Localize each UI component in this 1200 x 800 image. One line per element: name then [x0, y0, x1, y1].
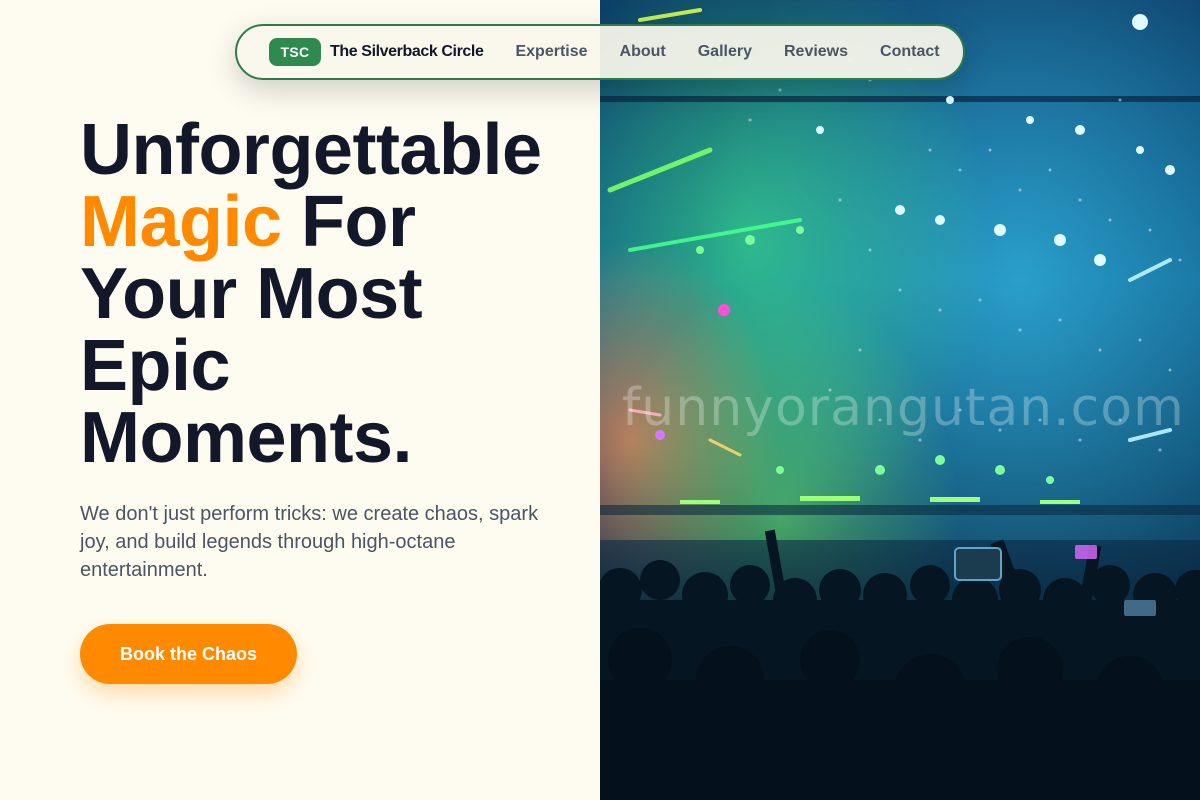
headline-line-3: Your Most: [80, 254, 423, 334]
nav-link-expertise[interactable]: Expertise: [515, 43, 587, 61]
brand-name[interactable]: The Silverback Circle: [330, 43, 484, 61]
headline-line-5: Moments.: [80, 398, 413, 478]
headline-accent-word: Magic: [80, 182, 282, 262]
nav-link-gallery[interactable]: Gallery: [698, 43, 752, 61]
nav-link-contact[interactable]: Contact: [880, 43, 940, 61]
headline-line-1: Unforgettable: [80, 110, 542, 190]
nav-link-about[interactable]: About: [620, 43, 666, 61]
book-the-chaos-button[interactable]: Book the Chaos: [80, 624, 297, 684]
headline-line-4: Epic: [80, 326, 231, 406]
hero-headline: Unforgettable Magic For Your Most Epic M…: [80, 114, 580, 474]
logo-badge[interactable]: TSC: [269, 38, 321, 66]
watermark-text: funnyorangutan.com: [622, 378, 1185, 438]
nav-links: Expertise About Gallery Reviews Contact: [515, 43, 939, 61]
hero-subtext: We don't just perform tricks: we create …: [80, 503, 539, 581]
nav-link-reviews[interactable]: Reviews: [784, 43, 848, 61]
top-navbar: TSC The Silverback Circle Expertise Abou…: [235, 24, 965, 80]
headline-line-2-rest: For: [281, 182, 416, 262]
